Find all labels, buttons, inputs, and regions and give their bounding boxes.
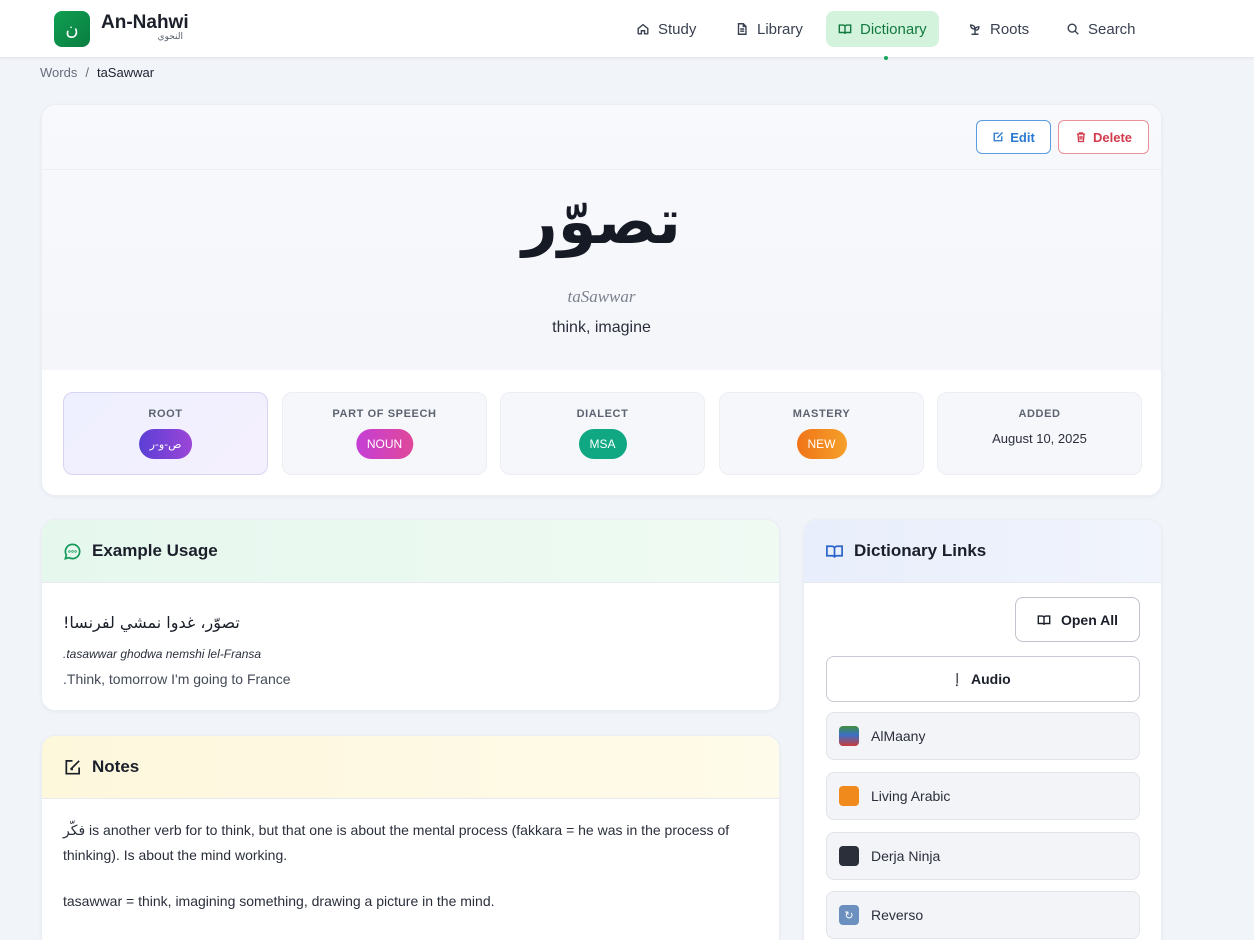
app-name-arabic: النحوي [157, 32, 183, 42]
audio-button[interactable]: إ Audio [826, 656, 1140, 702]
root-tile: ROOT ص-و-ر [63, 392, 268, 475]
mastery-label: MASTERY [792, 408, 851, 420]
dialect-badge: MSA [578, 429, 627, 459]
book-open-icon [1037, 614, 1051, 625]
link-almaany[interactable]: AlMaany [826, 712, 1140, 760]
nav-study[interactable]: Study [624, 11, 708, 47]
mastery-badge: NEW [796, 429, 847, 459]
audio-glyph: إ [955, 671, 959, 687]
orange-book-icon [839, 786, 859, 806]
dictionary-links-header: Dictionary Links [804, 520, 1161, 583]
nav-search-label: Search [1088, 20, 1136, 38]
edit-button[interactable]: Edit [976, 120, 1051, 154]
word-arabic: تصوّر [522, 185, 681, 258]
dialect-label: DIALECT [576, 408, 629, 420]
added-label: ADDED [1018, 408, 1061, 420]
added-date: August 10, 2025 [992, 431, 1087, 446]
nav-dictionary-label: Dictionary [860, 20, 927, 38]
nav-active-indicator [884, 56, 888, 60]
dictionary-links-title: Dictionary Links [854, 541, 987, 560]
app-name[interactable]: An-Nahwi [101, 12, 189, 34]
dictionary-links-card: Dictionary Links Open All إ Audio AlMaan… [803, 519, 1162, 940]
note-arabic-word: فكّر [63, 823, 86, 839]
example-english: .Think, tomorrow I'm going to France [63, 671, 291, 687]
note-paragraph-1: فكّر is another verb for to think, but t… [63, 818, 753, 867]
notes-header: Notes [42, 736, 779, 799]
root-label: ROOT [148, 408, 183, 420]
notes-title: Notes [92, 757, 140, 776]
breadcrumb-current: taSawwar [96, 65, 155, 80]
books-icon [839, 726, 859, 746]
pos-badge: NOUN [355, 429, 414, 459]
mastery-tile: MASTERY NEW [719, 392, 924, 475]
nav-study-label: Study [658, 20, 697, 38]
dialect-tile: DIALECT MSA [500, 392, 705, 475]
link-living-arabic[interactable]: Living Arabic [826, 772, 1140, 820]
audio-label: Audio [970, 671, 1011, 687]
link-reverso-label: Reverso [871, 907, 924, 923]
word-hero-card: Edit Delete تصوّر taSawwar think, imagin… [41, 104, 1162, 496]
sprout-icon [969, 24, 980, 35]
open-all-button[interactable]: Open All [1015, 597, 1140, 642]
breadcrumb-separator: / [85, 65, 89, 80]
edit-button-label: Edit [1010, 129, 1035, 145]
nav-roots[interactable]: Roots [956, 11, 1041, 47]
hero-divider [42, 169, 1161, 170]
top-navigation-bar: ن An-Nahwi النحوي Study Library Dictiona… [0, 0, 1254, 58]
word-meaning: think, imagine [552, 319, 651, 336]
link-living-arabic-label: Living Arabic [871, 788, 951, 804]
delete-button[interactable]: Delete [1058, 120, 1149, 154]
note-paragraph-2: tasawwar = think, imagining something, d… [63, 893, 495, 909]
nav-library-label: Library [757, 20, 803, 38]
chat-bubble-icon [64, 543, 81, 560]
note-paragraph-1-text: is another verb for to think, but that o… [63, 822, 730, 863]
file-icon [737, 23, 747, 35]
open-all-label: Open All [1060, 611, 1119, 628]
added-tile: ADDED August 10, 2025 [937, 392, 1142, 475]
pos-label: PART OF SPEECH [332, 408, 437, 420]
link-derja-ninja[interactable]: Derja Ninja [826, 832, 1140, 880]
link-reverso[interactable]: ↻ Reverso [826, 891, 1140, 939]
example-arabic: تصوّر، غدوا نمشي لفرنسا! [63, 613, 240, 632]
example-usage-card: Example Usage تصوّر، غدوا نمشي لفرنسا! .… [41, 519, 780, 711]
ninja-icon [839, 846, 859, 866]
edit-note-icon [65, 759, 81, 775]
nav-roots-label: Roots [990, 20, 1030, 38]
nav-dictionary[interactable]: Dictionary [826, 11, 939, 47]
book-open-icon [826, 544, 843, 558]
trash-icon [1076, 132, 1086, 143]
breadcrumb: Words / taSawwar [40, 65, 154, 80]
book-open-icon [838, 24, 852, 34]
search-icon [1067, 23, 1079, 35]
word-transliteration: taSawwar [567, 287, 636, 306]
app-logo[interactable]: ن [54, 11, 90, 47]
nav-search[interactable]: Search [1054, 11, 1148, 47]
example-usage-header: Example Usage [42, 520, 779, 583]
link-derja-ninja-label: Derja Ninja [871, 848, 941, 864]
nav-library[interactable]: Library [723, 11, 815, 47]
home-icon [637, 23, 649, 35]
part-of-speech-tile: PART OF SPEECH NOUN [282, 392, 487, 475]
link-almaany-label: AlMaany [871, 728, 926, 744]
delete-button-label: Delete [1092, 129, 1133, 145]
reverso-icon: ↻ [839, 905, 859, 925]
notes-card: Notes فكّر is another verb for to think,… [41, 735, 780, 940]
breadcrumb-words-link[interactable]: Words [40, 65, 77, 80]
root-badge[interactable]: ص-و-ر [138, 429, 193, 459]
example-transliteration: .tasawwar ghodwa nemshi lel-Fransa [63, 647, 262, 661]
example-usage-title: Example Usage [92, 541, 218, 560]
edit-icon [993, 132, 1004, 142]
logo-glyph: ن [65, 18, 79, 40]
